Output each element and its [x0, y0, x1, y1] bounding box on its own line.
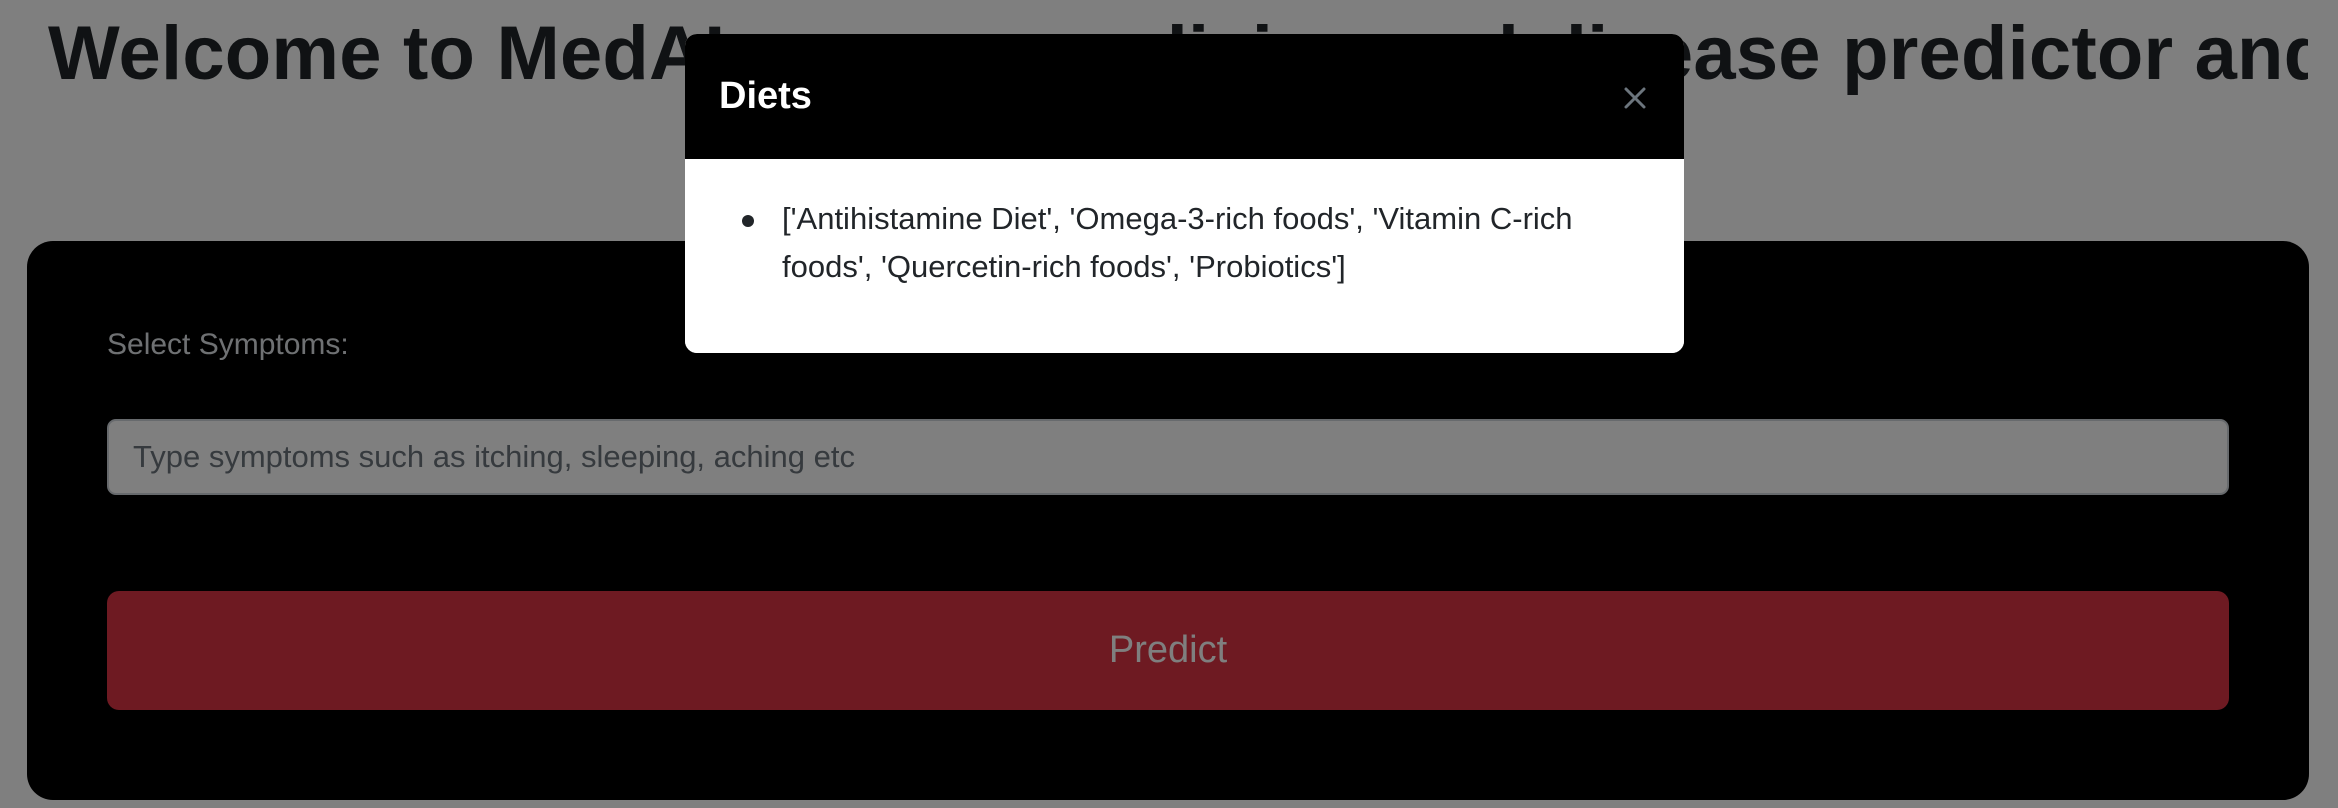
- close-icon: [1624, 87, 1646, 109]
- list-item: ['Antihistamine Diet', 'Omega-3-rich foo…: [742, 195, 1632, 291]
- modal-header: Diets: [685, 34, 1684, 159]
- diets-modal: Diets ['Antihistamine Diet', 'Omega-3-ri…: [685, 34, 1684, 353]
- bullet-icon: [742, 215, 754, 227]
- modal-title: Diets: [719, 75, 812, 117]
- diet-item-text: ['Antihistamine Diet', 'Omega-3-rich foo…: [782, 201, 1573, 284]
- close-button[interactable]: [1615, 78, 1655, 118]
- page: Welcome to MedAI — your medicine and dis…: [0, 0, 2338, 808]
- modal-body: ['Antihistamine Diet', 'Omega-3-rich foo…: [685, 159, 1684, 353]
- diet-list: ['Antihistamine Diet', 'Omega-3-rich foo…: [742, 195, 1632, 291]
